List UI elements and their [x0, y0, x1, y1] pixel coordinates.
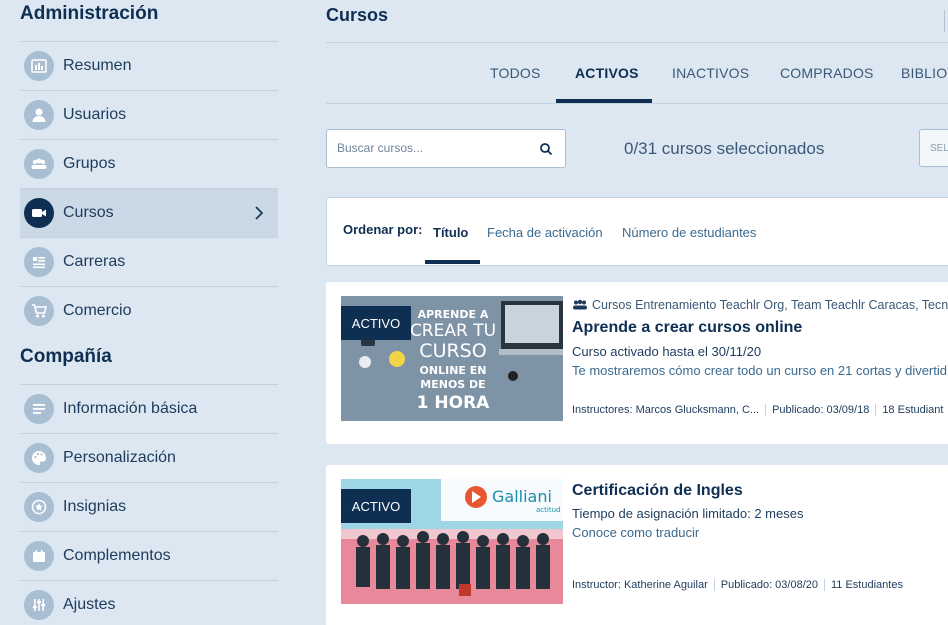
- status-badge: ACTIVO: [341, 306, 411, 340]
- course-instructors: Instructores: Marcos Glucksmann, C...: [572, 404, 767, 416]
- course-published: Publicado: 03/08/20: [721, 579, 825, 591]
- user-icon: [24, 100, 54, 130]
- company-nav: Información básica Personalización Insig…: [20, 384, 278, 625]
- sliders-icon: [24, 590, 54, 620]
- star-icon: [24, 492, 54, 522]
- course-meta: Instructores: Marcos Glucksmann, C... Pu…: [572, 404, 948, 416]
- admin-section-title: Administración: [20, 3, 159, 24]
- chevron-right-icon: [255, 206, 264, 220]
- thumb-text: MENOS DE: [420, 378, 485, 391]
- lines-icon: [24, 394, 54, 424]
- sidebar-item-label: Información básica: [63, 400, 198, 417]
- course-thumbnail[interactable]: APRENDE A CREAR TU CURSO ONLINE EN MENOS…: [341, 296, 563, 421]
- course-instructors: Instructor: Katherine Aguilar: [572, 579, 715, 591]
- thumb-text: 1 HORA: [417, 393, 491, 413]
- course-subtitle: Tiempo de asignación limitado: 2 meses: [572, 506, 804, 521]
- thumb-text: CREAR TU: [410, 321, 496, 341]
- course-subtitle: Curso activado hasta el 30/11/20: [572, 344, 762, 359]
- select-button[interactable]: SEL: [919, 129, 948, 167]
- page-title: Cursos: [326, 5, 389, 25]
- sidebar-item-label: Complementos: [63, 547, 171, 564]
- sort-option-fecha[interactable]: Fecha de activación: [487, 225, 603, 240]
- bar-chart-icon: [24, 51, 54, 81]
- course-description: Conoce como traducir: [572, 525, 700, 540]
- active-sort-indicator: [425, 260, 480, 264]
- sidebar: Administración Resumen Usuarios Grupos C…: [0, 0, 296, 625]
- cart-icon: [24, 296, 54, 326]
- tab-activos[interactable]: ACTIVOS: [575, 65, 639, 81]
- sort-label: Ordenar por:: [343, 222, 423, 237]
- sidebar-item-personalizacion[interactable]: Personalización: [20, 433, 278, 482]
- sort-option-estudiantes[interactable]: Número de estudiantes: [622, 225, 756, 240]
- thumb-text: ONLINE EN: [420, 364, 487, 377]
- sidebar-item-comercio[interactable]: Comercio: [20, 286, 278, 335]
- tab-todos[interactable]: TODOS: [490, 65, 541, 81]
- sidebar-item-grupos[interactable]: Grupos: [20, 139, 278, 188]
- sidebar-item-label: Grupos: [63, 155, 116, 172]
- sidebar-item-label: Comercio: [63, 302, 132, 319]
- search-input[interactable]: [337, 141, 527, 155]
- sidebar-item-cursos[interactable]: Cursos: [20, 188, 278, 237]
- tab-inactivos[interactable]: INACTIVOS: [672, 65, 749, 81]
- search-box: [326, 129, 566, 168]
- sidebar-item-label: Usuarios: [63, 106, 127, 123]
- sidebar-item-label: Insignias: [63, 498, 127, 515]
- thumb-text: APRENDE A: [418, 308, 489, 321]
- sort-option-titulo[interactable]: Título: [433, 225, 468, 240]
- sidebar-item-complementos[interactable]: Complementos: [20, 531, 278, 580]
- list-icon: [24, 247, 54, 277]
- select-button-label: SEL: [930, 143, 948, 154]
- course-students: 18 Estudiant: [882, 404, 944, 416]
- admin-nav: Resumen Usuarios Grupos Cursos Carreras …: [20, 41, 278, 335]
- palette-icon: [24, 443, 54, 473]
- course-description: Te mostraremos cómo crear todo un curso …: [572, 363, 947, 378]
- company-section-title: Compañía: [20, 346, 112, 367]
- course-students: 11 Estudiantes: [831, 579, 903, 591]
- sidebar-item-resumen[interactable]: Resumen: [20, 41, 278, 90]
- sidebar-item-label: Personalización: [63, 449, 176, 466]
- sidebar-item-label: Ajustes: [63, 596, 116, 613]
- course-card[interactable]: APRENDE A CREAR TU CURSO ONLINE EN MENOS…: [326, 282, 948, 444]
- course-thumbnail[interactable]: Galliani actitud ACTIVO: [341, 479, 563, 604]
- course-card[interactable]: Galliani actitud ACTIVO Certificación de…: [326, 465, 948, 625]
- search-icon[interactable]: [539, 142, 553, 156]
- logo-subtext: actitud: [536, 506, 560, 514]
- sidebar-item-label: Carreras: [63, 253, 126, 270]
- calendar-icon: [24, 541, 54, 571]
- group-icon: [573, 299, 587, 310]
- group-icon: [24, 149, 54, 179]
- sidebar-item-label: Cursos: [63, 204, 114, 221]
- active-tab-indicator: [556, 99, 652, 103]
- course-published: Publicado: 03/09/18: [772, 404, 877, 416]
- status-badge: ACTIVO: [341, 489, 411, 523]
- tab-bar: TODOS ACTIVOS INACTIVOS COMPRADOS BIBLIO…: [326, 43, 948, 104]
- selected-count: 0/31 cursos seleccionados: [624, 139, 825, 158]
- sort-bar: Ordenar por: Título Fecha de activación …: [326, 197, 948, 266]
- sidebar-item-ajustes[interactable]: Ajustes: [20, 580, 278, 625]
- sidebar-item-insignias[interactable]: Insignias: [20, 482, 278, 531]
- video-camera-icon: [24, 198, 54, 228]
- course-title[interactable]: Certificación de Ingles: [572, 482, 743, 500]
- sidebar-item-usuarios[interactable]: Usuarios: [20, 90, 278, 139]
- sidebar-item-informacion-basica[interactable]: Información básica: [20, 384, 278, 433]
- thumb-text: CURSO: [419, 340, 486, 362]
- logo-text: Galliani: [492, 487, 552, 506]
- main-content: Cursos TODOS ACTIVOS INACTIVOS COMPRADOS…: [296, 0, 948, 625]
- tab-biblioteca[interactable]: BIBLIOT: [901, 65, 948, 81]
- course-title[interactable]: Aprende a crear cursos online: [572, 319, 802, 337]
- sidebar-item-label: Resumen: [63, 57, 132, 74]
- sidebar-item-carreras[interactable]: Carreras: [20, 237, 278, 286]
- tab-comprados[interactable]: COMPRADOS: [780, 65, 874, 81]
- divider: [944, 10, 945, 32]
- course-organizations-text: Cursos Entrenamiento Teachlr Org, Team T…: [592, 298, 948, 312]
- course-organizations: Cursos Entrenamiento Teachlr Org, Team T…: [572, 298, 948, 312]
- course-meta: Instructor: Katherine Aguilar Publicado:…: [572, 579, 915, 591]
